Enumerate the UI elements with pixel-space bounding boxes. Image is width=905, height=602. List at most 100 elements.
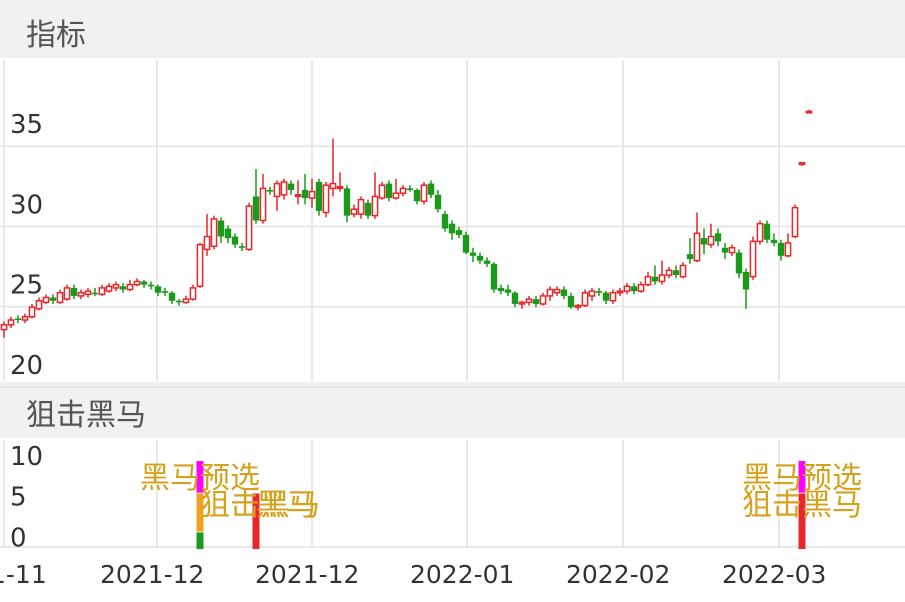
- candle-body: [735, 252, 743, 274]
- candle-body: [133, 280, 141, 286]
- candle-body: [126, 283, 134, 291]
- candle-body: [679, 264, 687, 278]
- candle-body: [259, 187, 267, 222]
- candle-body: [70, 287, 78, 296]
- candle-body: [147, 284, 155, 287]
- candle-body: [350, 208, 358, 215]
- candle-body: [469, 252, 477, 256]
- candle-body: [77, 291, 85, 297]
- candle-body: [791, 206, 799, 238]
- candle-body: [329, 182, 337, 190]
- candle-body: [35, 300, 43, 310]
- candle-body: [413, 190, 421, 202]
- candle-body: [427, 183, 435, 195]
- candle-body: [728, 247, 736, 254]
- candle-body: [595, 291, 603, 293]
- x-tick-label: 2022-02: [566, 560, 670, 589]
- candle-body: [336, 186, 344, 190]
- candle-body: [504, 289, 512, 293]
- candle-body: [714, 233, 722, 242]
- candle-body: [784, 242, 792, 257]
- candle-body: [763, 223, 771, 240]
- candle-body: [322, 184, 330, 214]
- candlestick-series: [0, 109, 813, 338]
- y-tick-label: 20: [10, 351, 43, 381]
- candle-body: [574, 304, 582, 308]
- candle-body: [420, 184, 428, 202]
- candle-body: [364, 202, 372, 216]
- candle-body: [105, 285, 113, 292]
- candle-body: [217, 220, 225, 237]
- candle-body: [168, 292, 176, 301]
- y-tick-label: 0: [10, 523, 27, 553]
- candle-body: [392, 192, 400, 199]
- candle-body: [518, 301, 526, 305]
- candle-body: [238, 246, 246, 248]
- signal-labels: 黑马预选狙击黑马黑马黑马预选狙击黑马: [140, 461, 862, 523]
- candle-body: [231, 236, 239, 245]
- candle-body: [609, 291, 617, 302]
- x-tick-label: 2022-03: [722, 560, 826, 589]
- candle-body: [140, 281, 148, 285]
- candle-body: [406, 188, 414, 191]
- candle-body: [63, 287, 71, 300]
- candle-body: [651, 276, 659, 282]
- candle-body: [182, 298, 190, 304]
- candle-body: [693, 232, 701, 262]
- candle-body: [476, 255, 484, 261]
- candle-body: [602, 292, 610, 301]
- candle-body: [539, 295, 547, 305]
- candle-body: [287, 183, 295, 191]
- candle-body: [546, 288, 554, 297]
- candle-body: [623, 285, 631, 292]
- y-tick-label: 30: [10, 190, 43, 220]
- candle-body: [434, 194, 442, 210]
- candle-body: [721, 247, 729, 253]
- candle-body: [742, 271, 750, 290]
- candle-body: [749, 240, 757, 278]
- candle-body: [665, 269, 673, 276]
- candle-body: [119, 286, 127, 290]
- candle-body: [56, 291, 64, 304]
- candle-body: [91, 292, 99, 295]
- candle-body: [560, 289, 568, 296]
- candle-body: [490, 263, 498, 290]
- candle-body: [707, 235, 715, 246]
- candle-body: [280, 181, 288, 196]
- candle-body: [805, 110, 813, 114]
- candle-body: [196, 243, 204, 288]
- candle-body: [203, 235, 211, 251]
- candle-body: [525, 298, 533, 304]
- x-tick-label: 2022-01: [410, 560, 514, 589]
- candle-body: [252, 196, 260, 221]
- candle-body: [686, 254, 694, 260]
- candle-body: [532, 299, 540, 304]
- candle-body: [224, 228, 232, 239]
- candle-body: [294, 194, 302, 198]
- candle-body: [483, 260, 491, 264]
- candle-body: [343, 188, 351, 216]
- candle-body: [658, 274, 666, 283]
- candle-body: [637, 283, 645, 292]
- candle-body: [581, 291, 589, 307]
- x-tick-label: 2021-12: [100, 560, 204, 589]
- candle-body: [210, 218, 218, 247]
- candle-body: [315, 181, 323, 211]
- candle-body: [588, 290, 596, 297]
- candle-body: [616, 290, 624, 294]
- y-tick-label: 10: [10, 442, 43, 472]
- candle-body: [644, 275, 652, 286]
- y-tick-label: 35: [10, 110, 43, 140]
- candle-body: [448, 223, 456, 234]
- candle-body: [441, 214, 449, 229]
- candle-body: [98, 287, 106, 296]
- candle-body: [84, 290, 92, 296]
- candle-body: [371, 195, 379, 217]
- candle-body: [154, 286, 162, 293]
- candle-body: [630, 286, 638, 292]
- candle-body: [399, 187, 407, 194]
- candle-body: [511, 292, 519, 304]
- x-tick-label: 1-11: [0, 560, 47, 589]
- candle-body: [756, 222, 764, 243]
- candle-body: [266, 190, 274, 192]
